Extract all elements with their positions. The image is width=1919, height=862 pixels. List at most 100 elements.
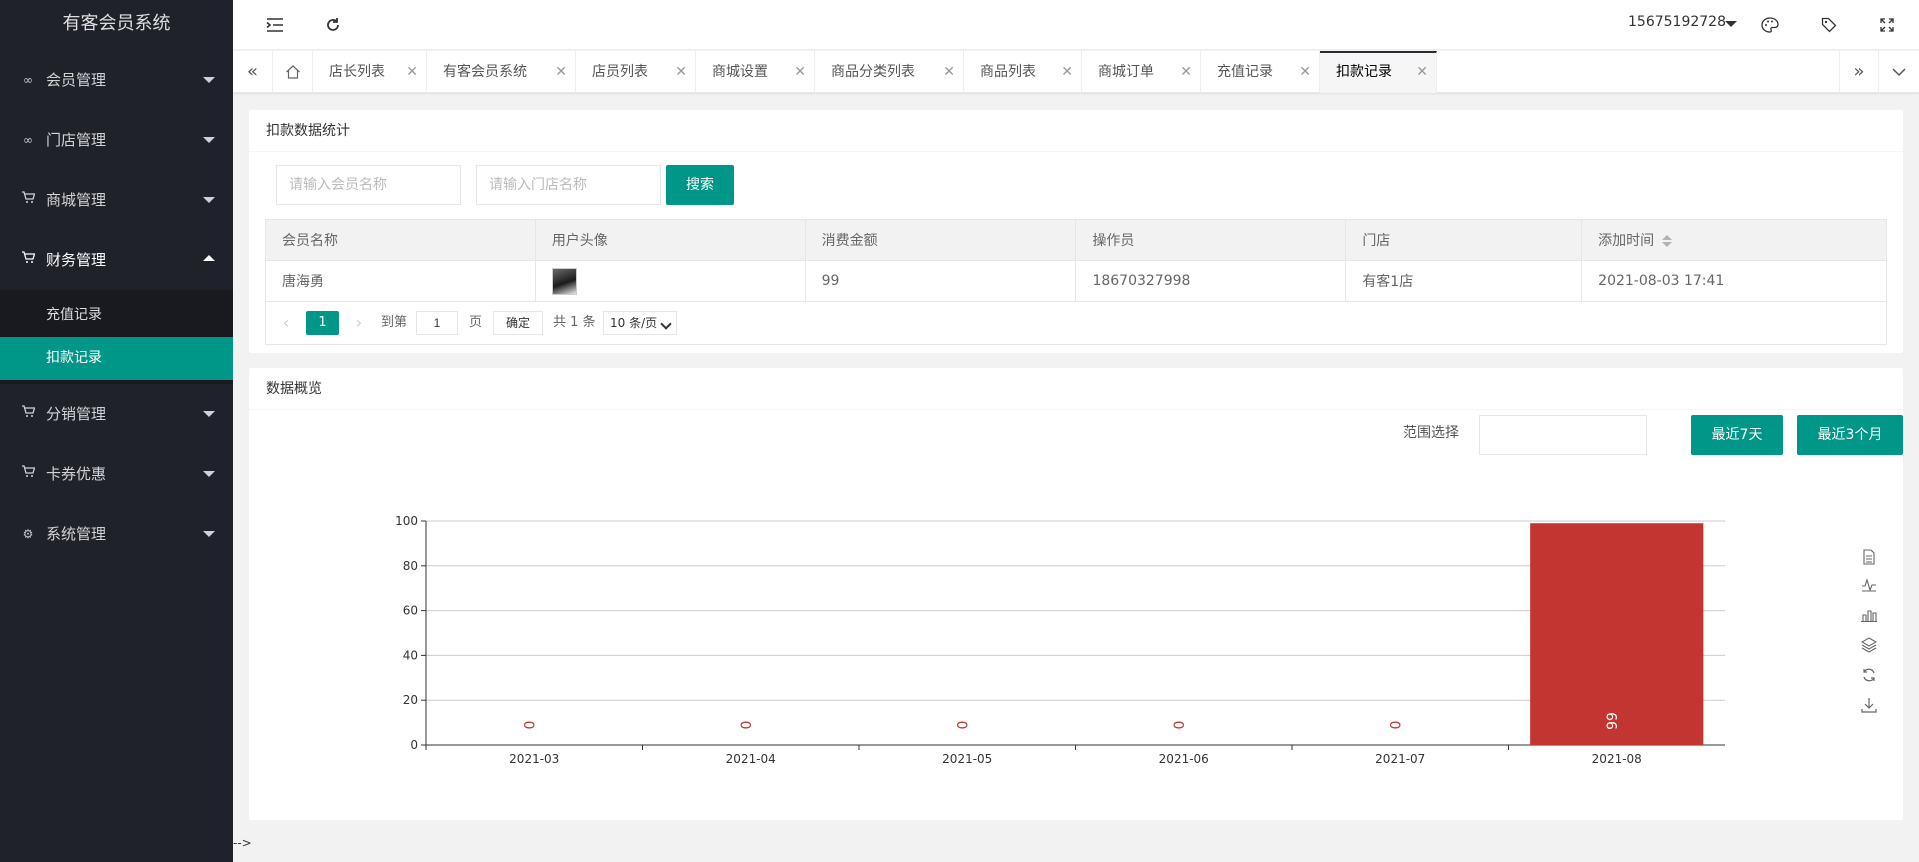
total-count: 共 1 条	[553, 315, 596, 330]
cell-time: 2021-08-03 17:41	[1581, 260, 1887, 302]
sidebar-item-label: 卡券优惠	[46, 465, 107, 483]
col-time-label: 添加时间	[1598, 233, 1655, 249]
bar-icon[interactable]	[1859, 608, 1879, 628]
close-icon[interactable]: ✕	[675, 51, 687, 93]
cart-icon	[20, 444, 36, 504]
close-icon[interactable]: ✕	[943, 51, 955, 93]
chevron-up-icon	[203, 255, 215, 261]
card-title: 数据概览	[249, 368, 1903, 410]
line-icon[interactable]	[1859, 578, 1879, 598]
pagination: ‹ 1 › 到第 页 确定 共 1 条 10 条/页	[265, 302, 1887, 345]
tab-store-manager-list[interactable]: 店长列表 ✕	[313, 51, 427, 93]
link-icon: ∞	[23, 133, 33, 147]
close-icon[interactable]: ✕	[555, 51, 567, 93]
restore-icon[interactable]	[1859, 667, 1879, 687]
sidebar: 有客会员系统 ∞ 会员管理 ∞ 门店管理 商城管理 财务管理 充值记录 扣款记录…	[0, 0, 233, 862]
range-input[interactable]	[1479, 415, 1647, 455]
close-icon[interactable]: ✕	[794, 51, 806, 93]
tab-mall-settings[interactable]: 商城设置 ✕	[696, 51, 815, 93]
next-page-icon[interactable]: ›	[349, 311, 369, 335]
sidebar-item-system[interactable]: ⚙ 系统管理	[0, 504, 233, 564]
table-row: 唐海勇 99 18670327998 有客1店 2021-08-03 17:41	[265, 260, 1887, 302]
tag-icon[interactable]	[1817, 13, 1841, 37]
cell-amount: 99	[804, 260, 1077, 302]
stray-comment-text: -->	[233, 836, 252, 850]
sidebar-subitem-recharge[interactable]: 充值记录	[0, 294, 233, 337]
sidebar-item-label: 门店管理	[46, 131, 107, 149]
close-icon[interactable]: ✕	[1299, 51, 1311, 93]
cart-icon	[20, 384, 36, 444]
chevron-down-icon	[203, 137, 215, 143]
tab-clerk-list[interactable]: 店员列表 ✕	[576, 51, 696, 93]
tab-category-list[interactable]: 商品分类列表 ✕	[815, 51, 964, 93]
data-view-icon[interactable]	[1859, 549, 1879, 569]
chevron-down-icon	[203, 77, 215, 83]
sidebar-item-distribution[interactable]: 分销管理	[0, 384, 233, 444]
menu-toggle-icon[interactable]	[263, 13, 287, 37]
prev-page-icon[interactable]: ‹	[276, 311, 296, 335]
col-store: 门店	[1345, 219, 1583, 261]
tab-mall-orders[interactable]: 商城订单 ✕	[1082, 51, 1201, 93]
sidebar-item-member[interactable]: ∞ 会员管理	[0, 50, 233, 110]
avatar	[551, 267, 577, 295]
tab-label: 商品分类列表	[831, 64, 915, 80]
card-title: 扣款数据统计	[249, 110, 1903, 152]
theme-icon[interactable]	[1758, 13, 1782, 37]
tab-label: 商城设置	[712, 64, 768, 80]
tab-label: 有客会员系统	[443, 64, 527, 80]
chevron-down-icon[interactable]	[1725, 21, 1737, 27]
goto-label: 到第	[381, 315, 408, 330]
page-size-select[interactable]: 10 条/页	[603, 311, 677, 335]
close-icon[interactable]: ✕	[406, 51, 418, 93]
cell-store: 有客1店	[1345, 260, 1583, 302]
goto-page-input[interactable]	[416, 311, 458, 335]
col-amount: 消费金额	[804, 219, 1077, 261]
goto-confirm-button[interactable]: 确定	[493, 311, 543, 335]
home-icon[interactable]	[273, 51, 313, 93]
range-label: 范围选择	[1403, 425, 1459, 441]
last-7-days-button[interactable]: 最近7天	[1691, 415, 1783, 455]
tab-label: 商品列表	[980, 64, 1036, 80]
table-header-row: 会员名称 用户头像 消费金额 操作员 门店 添加时间	[265, 219, 1887, 261]
sidebar-item-label: 财务管理	[46, 251, 107, 269]
app-logo: 有客会员系统	[62, 13, 171, 34]
close-icon[interactable]: ✕	[1416, 53, 1428, 91]
sidebar-item-store[interactable]: ∞ 门店管理	[0, 110, 233, 170]
store-name-input[interactable]	[476, 165, 661, 205]
search-button[interactable]: 搜索	[666, 165, 734, 205]
sort-icon[interactable]	[1662, 235, 1673, 247]
refresh-icon[interactable]	[321, 13, 345, 37]
user-menu[interactable]: 15675192728	[1628, 14, 1726, 30]
col-member: 会员名称	[265, 219, 536, 261]
fullscreen-icon[interactable]	[1875, 13, 1899, 37]
stack-icon[interactable]	[1859, 637, 1879, 657]
col-time[interactable]: 添加时间	[1581, 219, 1887, 261]
tabs-prev-icon[interactable]: «	[233, 51, 273, 93]
tab-label: 店员列表	[592, 64, 648, 80]
chevron-down-icon	[203, 411, 215, 417]
chevron-down-icon[interactable]	[1879, 51, 1919, 93]
sidebar-item-coupon[interactable]: 卡券优惠	[0, 444, 233, 504]
page-size-value: 10 条/页	[610, 316, 658, 330]
tab-system[interactable]: 有客会员系统 ✕	[427, 51, 576, 93]
current-page[interactable]: 1	[306, 311, 339, 335]
member-name-input[interactable]	[276, 165, 461, 205]
sidebar-item-mall[interactable]: 商城管理	[0, 170, 233, 230]
tab-deduction-records[interactable]: 扣款记录 ✕	[1320, 51, 1437, 93]
close-icon[interactable]: ✕	[1180, 51, 1192, 93]
sidebar-item-label: 商城管理	[46, 191, 107, 209]
link-icon: ∞	[23, 73, 33, 87]
col-operator: 操作员	[1075, 219, 1347, 261]
deduction-table: 会员名称 用户头像 消费金额 操作员 门店 添加时间 唐海勇 99 186703…	[265, 219, 1887, 302]
cell-member: 唐海勇	[265, 260, 536, 302]
sidebar-item-finance[interactable]: 财务管理	[0, 230, 233, 290]
chevron-down-icon	[203, 531, 215, 537]
tab-recharge-records[interactable]: 充值记录 ✕	[1201, 51, 1320, 93]
tabs-next-icon[interactable]: »	[1839, 51, 1879, 93]
page-label: 页	[469, 315, 483, 330]
close-icon[interactable]: ✕	[1061, 51, 1073, 93]
sidebar-subitem-deduction[interactable]: 扣款记录	[0, 337, 233, 380]
download-icon[interactable]	[1859, 697, 1879, 717]
last-3-months-button[interactable]: 最近3个月	[1797, 415, 1903, 455]
tab-product-list[interactable]: 商品列表 ✕	[964, 51, 1082, 93]
